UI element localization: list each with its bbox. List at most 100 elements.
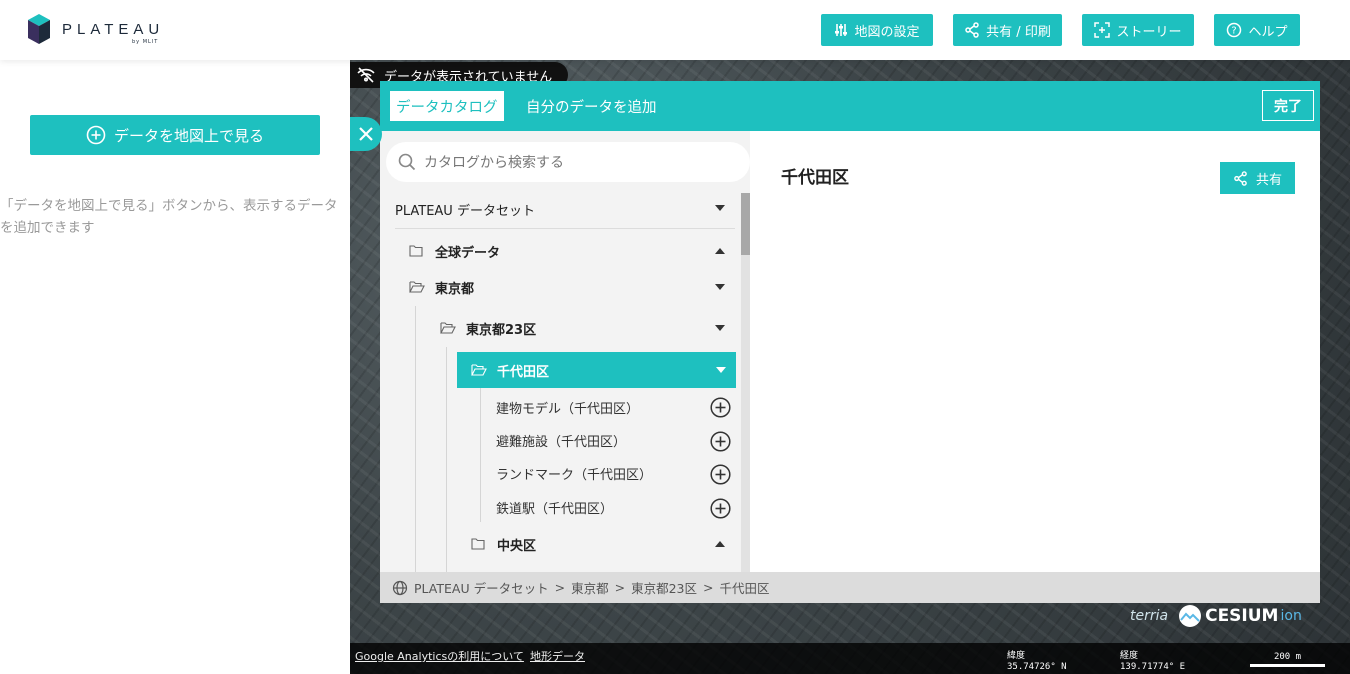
- plus-circle-icon[interactable]: [710, 498, 731, 519]
- story-button[interactable]: ストーリー: [1082, 14, 1194, 46]
- top-bar: PLATEAU by MLIT 地図の設定 共有 / 印刷 ストーリー ? ヘル…: [0, 0, 1350, 60]
- tree-guide-line: [446, 347, 447, 572]
- caret-up-icon: [715, 541, 725, 547]
- catalog-item-label: 建物モデル（千代田区）: [496, 402, 640, 417]
- map-settings-button[interactable]: 地図の設定: [821, 14, 933, 46]
- folder-open-icon: [409, 281, 425, 293]
- tree-chiyoda-label: 千代田区: [497, 364, 550, 380]
- plus-circle-icon[interactable]: [710, 397, 731, 418]
- catalog-item-stations[interactable]: 鉄道駅（千代田区）: [496, 491, 736, 524]
- latitude-value: 35.74726° N: [1007, 662, 1067, 672]
- folder-open-icon: [471, 364, 487, 376]
- caret-up-icon: [715, 248, 725, 254]
- terrain-data-link[interactable]: 地形データ: [530, 648, 585, 664]
- catalog-scrollbar-thumb[interactable]: [741, 193, 750, 255]
- tree-root-label: PLATEAU データセット: [395, 204, 535, 219]
- share-print-button[interactable]: 共有 / 印刷: [953, 14, 1062, 46]
- catalog-item-label: 鉄道駅（千代田区）: [496, 502, 614, 517]
- longitude-label: 経度: [1120, 651, 1139, 661]
- search-placeholder: カタログから検索する: [424, 155, 564, 171]
- breadcrumb-item[interactable]: PLATEAU データセット: [414, 578, 549, 597]
- sliders-icon: [835, 24, 848, 36]
- catalog-tree-panel: カタログから検索する PLATEAU データセット 全球データ 東京都 東京都2…: [380, 131, 750, 572]
- tree-global-label: 全球データ: [435, 245, 501, 261]
- tree-item-chiyoda[interactable]: 千代田区: [457, 352, 736, 388]
- share-icon: [965, 22, 979, 38]
- add-data-label: データを地図上で見る: [113, 126, 264, 145]
- no-data-icon: [357, 67, 375, 83]
- terria-logo[interactable]: terria: [1130, 608, 1168, 624]
- tree-guide-line: [480, 388, 481, 522]
- latitude-label: 緯度: [1007, 651, 1026, 661]
- story-icon: [1094, 22, 1111, 38]
- detail-title: 千代田区: [781, 168, 849, 188]
- folder-icon: [471, 538, 485, 550]
- scale-label: 200 m: [1273, 652, 1302, 662]
- catalog-item-label: ランドマーク（千代田区）: [496, 468, 653, 483]
- folder-icon: [409, 245, 423, 257]
- share-print-label: 共有 / 印刷: [986, 24, 1051, 40]
- tree-tokyo23-label: 東京都23区: [466, 322, 537, 338]
- svg-text:?: ?: [1232, 26, 1237, 37]
- caret-down-icon: [715, 284, 725, 290]
- tree-item-tokyo23[interactable]: 東京都23区: [440, 311, 735, 345]
- scale-bar: [1250, 664, 1325, 667]
- story-label: ストーリー: [1116, 24, 1182, 40]
- map-status-bar: Google Analyticsの利用について 地形データ 緯度 35.7472…: [350, 643, 1350, 674]
- tree-tokyo-label: 東京都: [435, 281, 475, 297]
- tree-item-global[interactable]: 全球データ: [409, 234, 735, 268]
- ion-logo: ion: [1280, 608, 1302, 624]
- breadcrumb-item[interactable]: 東京都23区: [631, 578, 697, 597]
- search-icon: [398, 153, 416, 171]
- breadcrumb-item[interactable]: 東京都: [571, 578, 609, 597]
- help-button[interactable]: ? ヘルプ: [1214, 14, 1300, 46]
- plus-circle-icon[interactable]: [710, 464, 731, 485]
- folder-open-icon: [440, 322, 456, 334]
- detail-share-button[interactable]: 共有: [1220, 162, 1295, 194]
- breadcrumb: PLATEAU データセット > 東京都 > 東京都23区 > 千代田区: [380, 572, 1320, 603]
- map-settings-label: 地図の設定: [854, 24, 920, 40]
- logo-cube-icon: [28, 14, 50, 44]
- map-credits: terria CESIUM ion: [1130, 604, 1302, 628]
- latitude-readout: 緯度 35.74726° N: [1007, 651, 1067, 673]
- caret-down-icon: [715, 205, 725, 211]
- breadcrumb-item[interactable]: 千代田区: [719, 578, 769, 597]
- longitude-readout: 経度 139.71774° E: [1120, 651, 1185, 673]
- brand-logo[interactable]: PLATEAU by MLIT: [28, 14, 165, 45]
- plus-circle-icon[interactable]: [710, 431, 731, 452]
- catalog-search-input[interactable]: カタログから検索する: [386, 142, 750, 182]
- analytics-link[interactable]: Google Analyticsの利用について: [355, 648, 524, 664]
- breadcrumb-separator: >: [554, 580, 566, 595]
- breadcrumb-separator: >: [702, 580, 714, 595]
- breadcrumb-separator: >: [614, 580, 626, 595]
- caret-down-icon: [716, 367, 726, 373]
- close-icon: [359, 127, 373, 141]
- catalog-scrollbar[interactable]: [741, 193, 750, 572]
- tree-guide-line: [415, 306, 416, 572]
- tree-item-chuo[interactable]: 中央区: [471, 527, 735, 561]
- done-button[interactable]: 完了: [1262, 90, 1314, 121]
- help-label: ヘルプ: [1248, 24, 1288, 40]
- catalog-item-landmarks[interactable]: ランドマーク（千代田区）: [496, 457, 736, 490]
- tab-data-catalog[interactable]: データカタログ: [390, 91, 504, 121]
- cesium-logo[interactable]: CESIUM: [1205, 606, 1278, 626]
- empty-hint-text: 「データを地図上で見る」ボタンから、表示するデータを追加できます: [0, 198, 338, 236]
- modal-header: データカタログ 自分のデータを追加 完了: [380, 81, 1320, 131]
- tree-root-plateau[interactable]: PLATEAU データセット: [395, 191, 735, 229]
- tree-chuo-label: 中央区: [497, 538, 537, 554]
- catalog-item-shelters[interactable]: 避難施設（千代田区）: [496, 424, 736, 457]
- brand-name: PLATEAU: [62, 20, 165, 38]
- detail-share-label: 共有: [1255, 172, 1282, 188]
- brand-sub: by MLIT: [132, 39, 159, 45]
- globe-icon: [392, 580, 408, 595]
- help-icon: ?: [1227, 22, 1242, 38]
- add-data-button[interactable]: データを地図上で見る: [30, 115, 320, 155]
- data-catalog-modal: データカタログ 自分のデータを追加 完了 カタログから検索する PLATEAU …: [380, 81, 1320, 603]
- tree-item-tokyo[interactable]: 東京都: [409, 270, 735, 304]
- catalog-item-buildings[interactable]: 建物モデル（千代田区）: [496, 391, 736, 424]
- tab-add-my-data[interactable]: 自分のデータを追加: [526, 91, 657, 121]
- catalog-item-label: 避難施設（千代田区）: [496, 435, 627, 450]
- caret-down-icon: [715, 325, 725, 331]
- left-panel: データを地図上で見る 「データを地図上で見る」ボタンから、表示するデータを追加で…: [0, 60, 350, 674]
- plus-circle-icon: [86, 125, 106, 145]
